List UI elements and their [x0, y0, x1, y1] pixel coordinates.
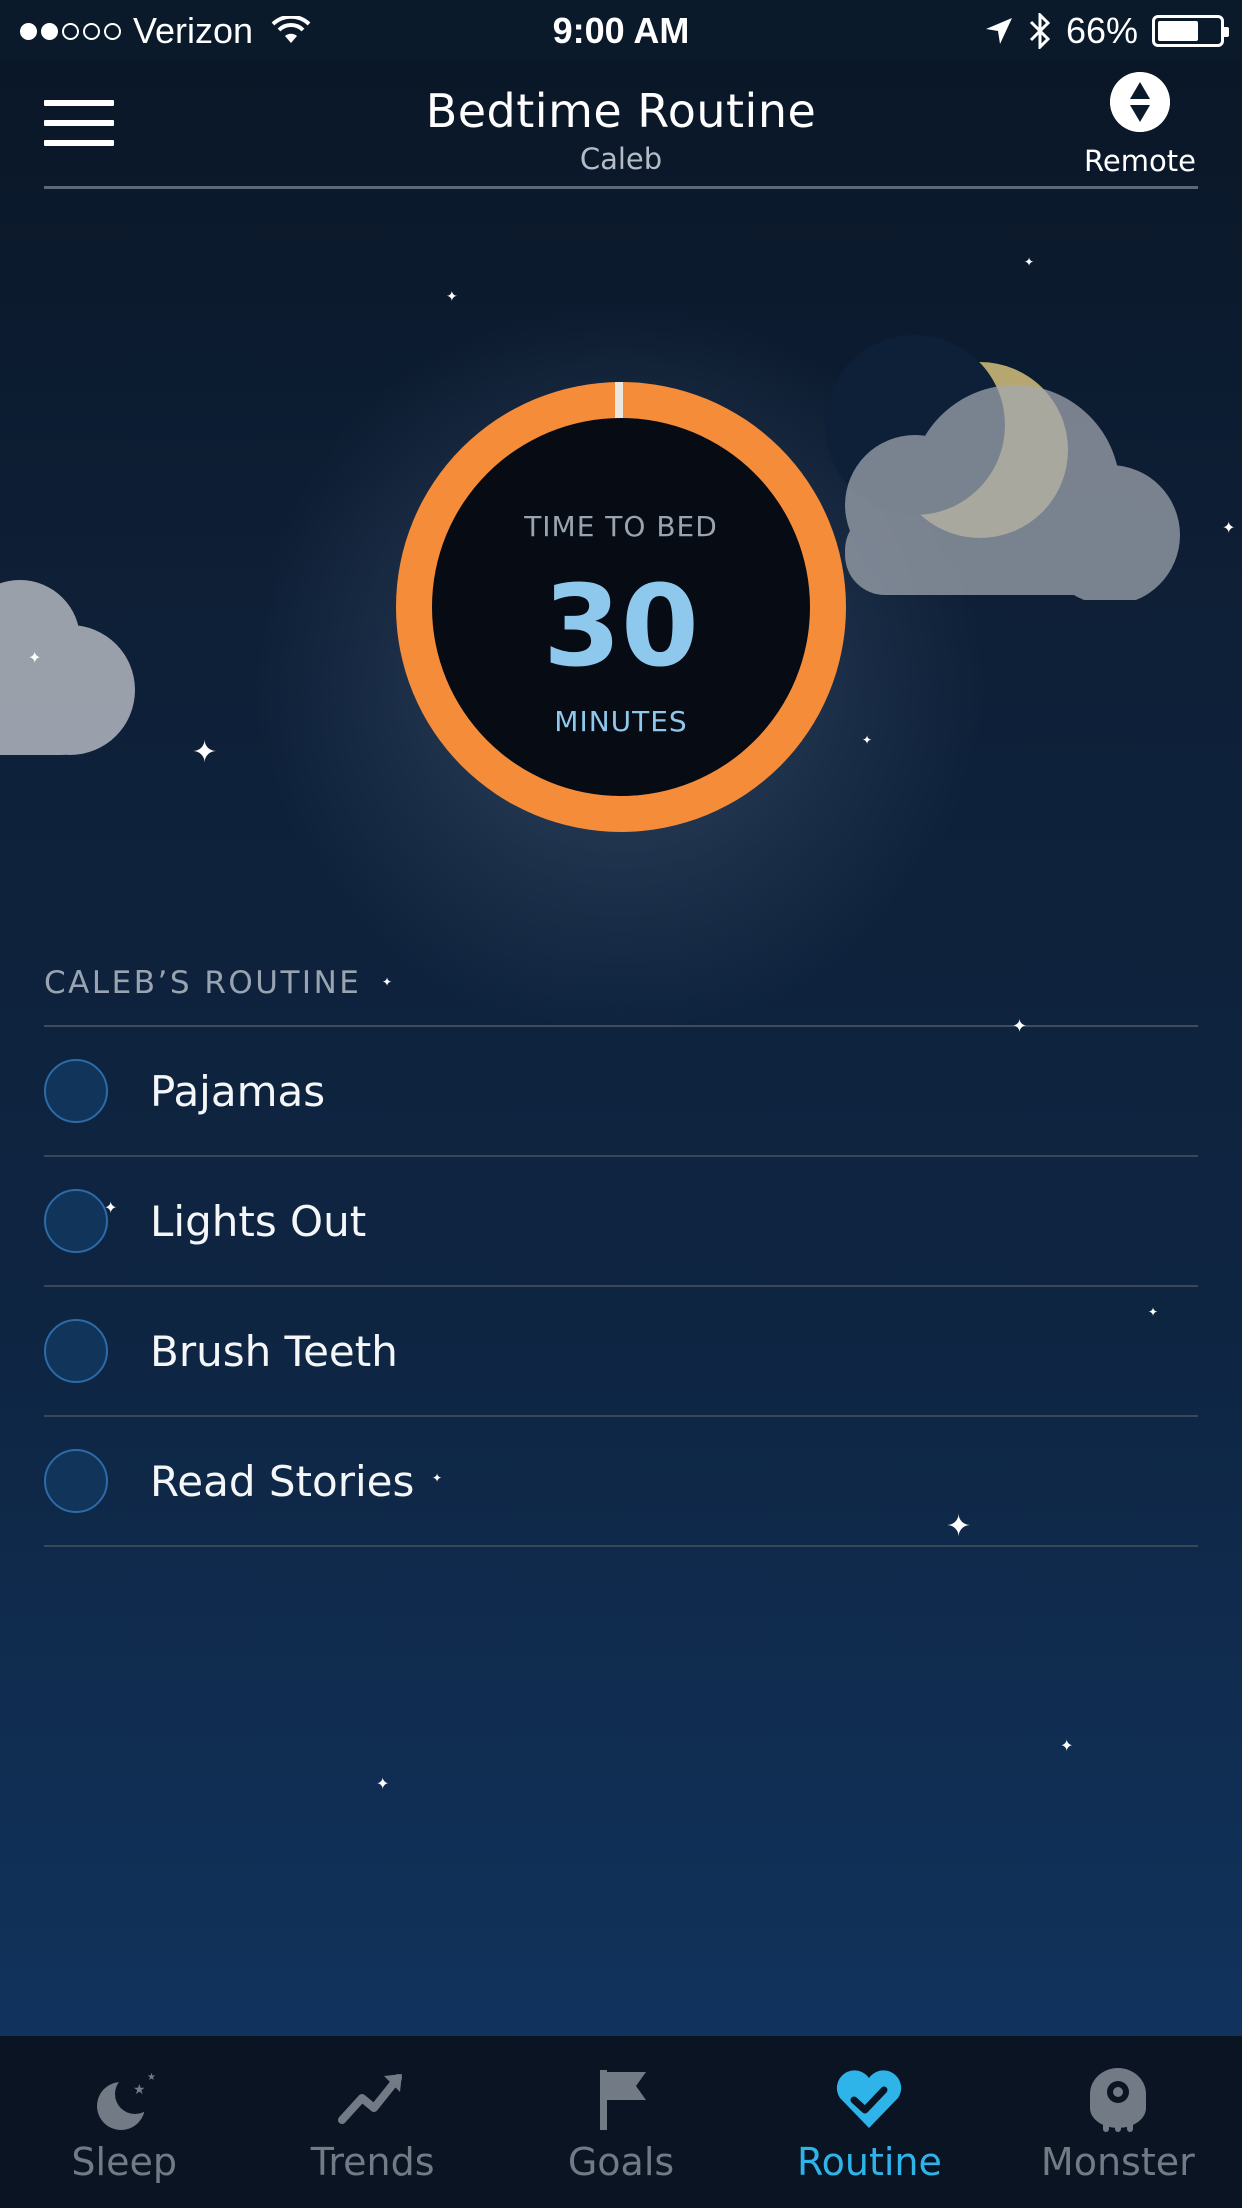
star-icon: ✦: [376, 1774, 390, 1793]
star-icon: ✦: [1024, 255, 1035, 269]
cloud-left-illustration: [0, 580, 135, 755]
routine-item-lights-out[interactable]: Lights Out: [44, 1157, 1198, 1287]
routine-item-brush-teeth[interactable]: Brush Teeth: [44, 1287, 1198, 1417]
star-icon: ✦: [432, 1471, 443, 1485]
star-icon: ✦: [1060, 1736, 1074, 1755]
star-icon: ✦: [192, 735, 218, 770]
routine-item-label: Lights Out: [150, 1196, 367, 1246]
timer-value: 30: [543, 562, 699, 692]
trends-icon: [337, 2074, 402, 2124]
routine-item-pajamas[interactable]: Pajamas: [44, 1027, 1198, 1157]
timer-unit: MINUTES: [554, 705, 688, 738]
tab-label: Trends: [310, 2140, 435, 2184]
bedtime-scene: TIME TO BED 30 MINUTES ✦ ✦ ✦ ✦ ✦ ✦ ✦: [0, 190, 1242, 1038]
routine-heart-icon: [837, 2070, 902, 2128]
tab-bar: ★ ★ Sleep Trends Goals Routine Monster: [0, 2036, 1242, 2208]
star-icon: ✦: [28, 648, 42, 667]
checkbox-circle-icon[interactable]: [44, 1319, 108, 1383]
bluetooth-icon: [1029, 13, 1051, 49]
tab-label: Sleep: [71, 2140, 177, 2184]
battery-percent: 66%: [1065, 10, 1138, 51]
remote-label: Remote: [1084, 144, 1196, 178]
header-divider: [44, 186, 1198, 189]
sleep-moon-icon: ★ ★: [97, 2072, 156, 2130]
goals-flag-icon: [600, 2070, 647, 2130]
battery-fill: [1158, 21, 1198, 41]
timer-face: TIME TO BED 30 MINUTES: [432, 418, 810, 796]
header: Bedtime Routine Caleb Remote: [0, 60, 1242, 190]
status-right: 66%: [984, 10, 1229, 52]
tab-label: Goals: [567, 2140, 675, 2184]
countdown-ring: TIME TO BED 30 MINUTES: [396, 382, 846, 832]
tab-goals[interactable]: Goals: [497, 2036, 745, 2208]
star-icon: ✦: [446, 289, 458, 305]
routine-item-label: Read Stories: [150, 1456, 415, 1506]
star-icon: ✦: [946, 1509, 972, 1544]
ring-progress-tick: [615, 382, 623, 418]
tab-label: Monster: [1040, 2140, 1195, 2184]
timer-caption: TIME TO BED: [524, 510, 718, 543]
checkbox-circle-icon[interactable]: [44, 1189, 108, 1253]
star-icon: ✦: [1012, 1016, 1028, 1037]
checkbox-circle-icon[interactable]: [44, 1059, 108, 1123]
title-block: Bedtime Routine Caleb: [0, 84, 1242, 176]
checkbox-circle-icon[interactable]: [44, 1449, 108, 1513]
page-subtitle: Caleb: [579, 142, 663, 176]
page-title: Bedtime Routine: [425, 84, 817, 138]
star-icon: ✦: [1222, 518, 1236, 537]
remote-arrows-icon: [1110, 72, 1170, 132]
routine-item-read-stories[interactable]: Read Stories: [44, 1417, 1198, 1547]
location-arrow-icon: [985, 18, 1012, 44]
tab-label: Routine: [796, 2140, 942, 2184]
star-icon: ✦: [104, 1198, 118, 1217]
tab-routine[interactable]: Routine: [745, 2036, 993, 2208]
routine-list: CALEB’S ROUTINE Pajamas Lights Out Brush…: [44, 965, 1198, 1547]
remote-button[interactable]: Remote: [1084, 72, 1196, 178]
monster-icon: [1089, 2068, 1146, 2132]
routine-item-label: Pajamas: [150, 1066, 326, 1116]
tab-trends[interactable]: Trends: [248, 2036, 496, 2208]
routine-item-label: Brush Teeth: [150, 1326, 398, 1376]
status-bar: Verizon 9:00 AM 66%: [0, 0, 1242, 60]
battery-icon: [1152, 15, 1229, 47]
tab-sleep[interactable]: ★ ★ Sleep: [0, 2036, 248, 2208]
svg-text:★: ★: [133, 2082, 146, 2098]
tab-monster[interactable]: Monster: [994, 2036, 1242, 2208]
star-icon: ✦: [862, 733, 873, 747]
svg-text:★: ★: [147, 2072, 156, 2083]
star-icon: ✦: [1148, 1305, 1159, 1319]
